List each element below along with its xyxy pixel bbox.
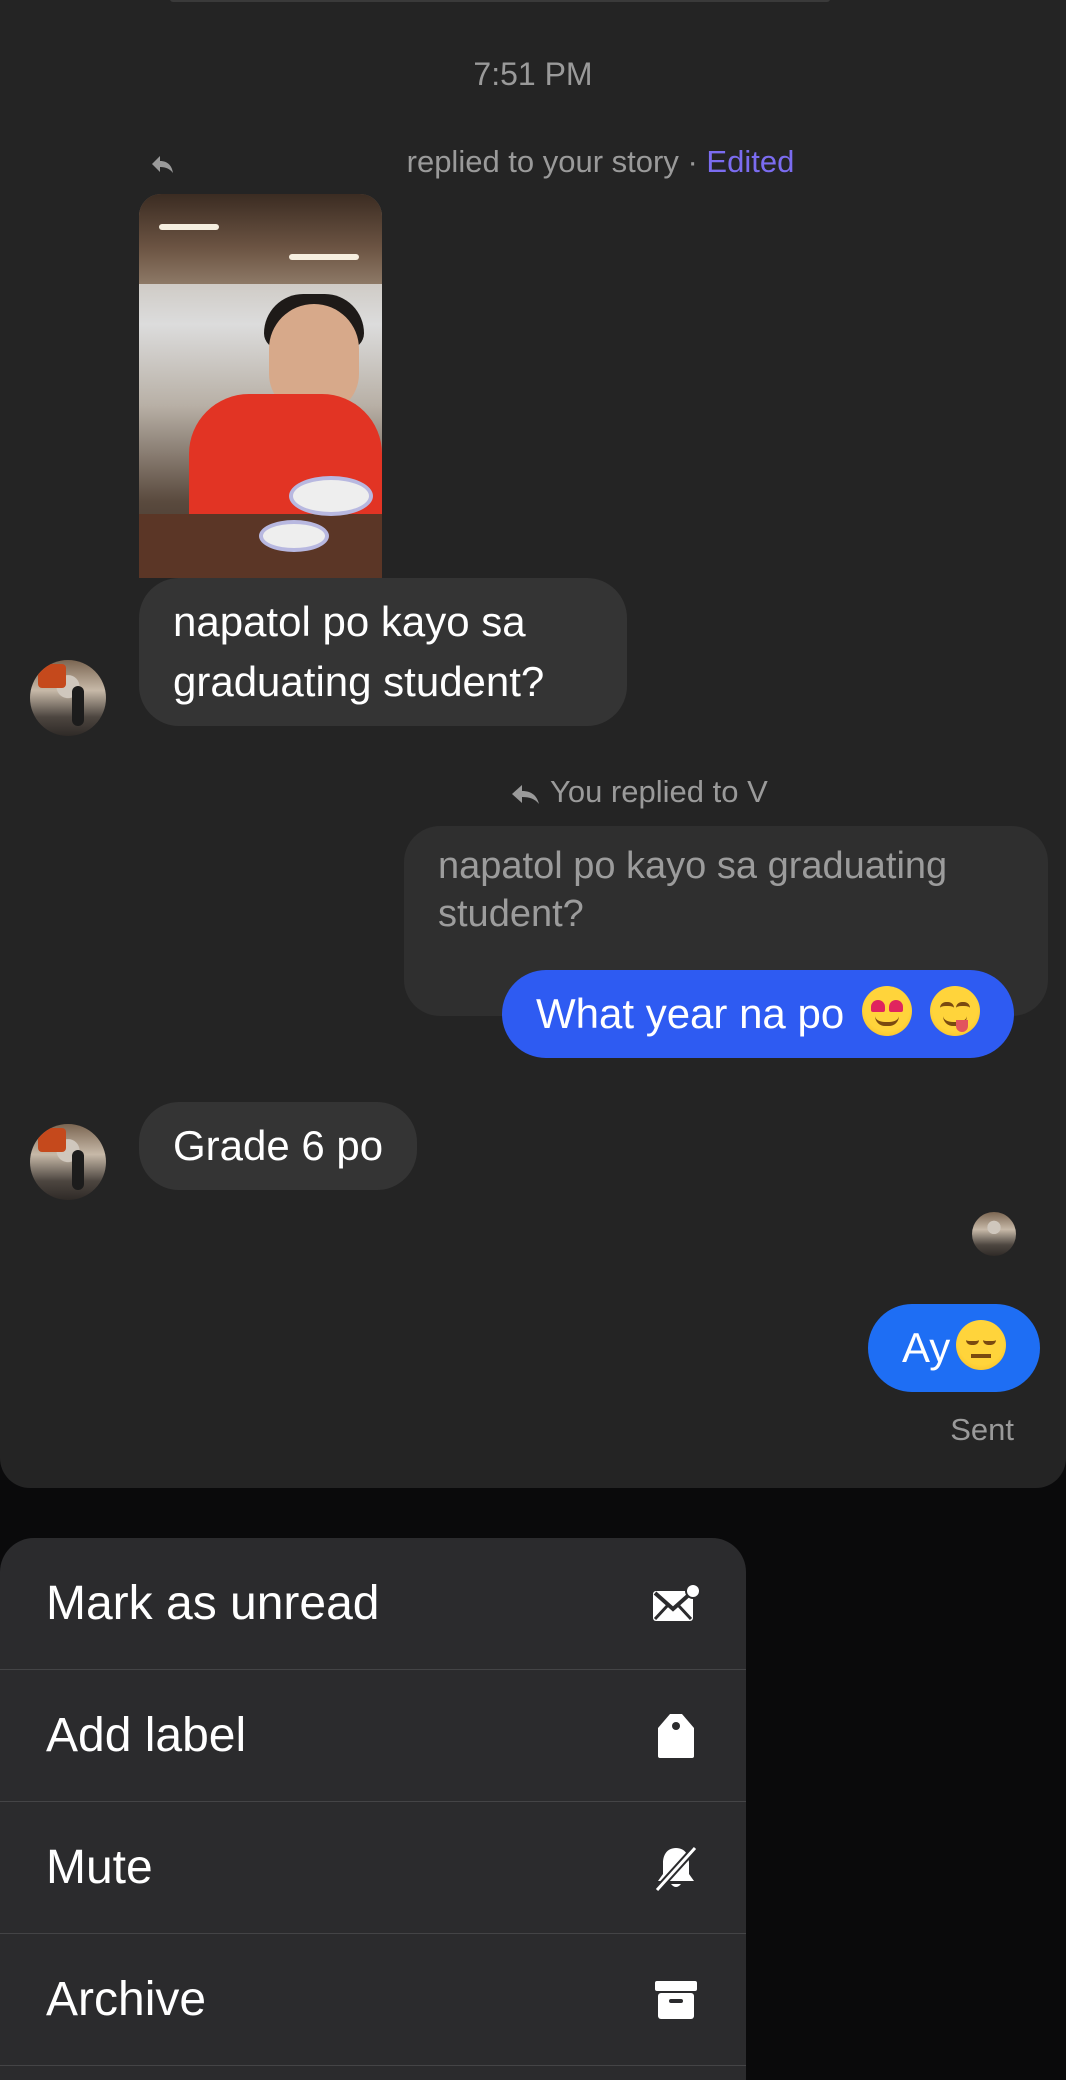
menu-item-mute[interactable]: Mute [0,1802,746,1934]
outgoing-message-text: What year na po [536,990,845,1037]
avatar-detail [38,664,66,688]
archive-icon [650,1974,702,2026]
menu-item-archive[interactable]: Archive [0,1934,746,2066]
menu-item-mark-as-unread[interactable]: Mark as unread [0,1538,746,1670]
you-replied-text: You replied to V [550,774,768,809]
contact-avatar[interactable] [30,660,106,736]
outgoing-message[interactable]: Ay [868,1304,1041,1392]
incoming-message[interactable]: napatol po kayo sa graduating student? [139,578,627,726]
context-menu: Mark as unread Add label Mute Archive [0,1538,746,2080]
bell-off-icon [650,1842,702,1894]
tag-icon [650,1710,702,1762]
incoming-message[interactable]: Grade 6 po [139,1102,418,1190]
menu-item-add-label[interactable]: Add label [0,1670,746,1802]
envelope-unread-icon [650,1578,702,1630]
story-reply-text: replied to your story [406,144,679,179]
outgoing-message-text: Ay [902,1324,951,1371]
story-thumbnail[interactable] [139,194,382,578]
outgoing-message[interactable]: What year na po [502,970,1014,1058]
reply-arrow-icon [512,784,539,804]
avatar-detail [38,1128,66,1152]
delivery-status: Sent [950,1412,1014,1447]
you-replied-note: You replied to V [510,774,768,810]
menu-item-label: Archive [46,1973,207,2026]
thumbnail-light [289,254,359,260]
avatar-detail [72,686,84,726]
menu-item-label: Mark as unread [46,1577,380,1630]
pensive-emoji [956,1320,1007,1370]
thumbnail-table [139,514,382,578]
menu-item-label: Add label [46,1709,247,1762]
story-reply-note: replied to your story · Edited [150,144,794,180]
reply-arrow-icon [152,155,173,173]
thumbnail-light [159,224,219,230]
chat-thread[interactable]: 7:51 PM replied to your story · Edited n… [0,0,1066,1488]
message-timestamp: 7:51 PM [473,56,593,92]
panel-top-edge [170,0,830,2]
heart-eyes-emoji [861,986,912,1036]
yum-emoji [929,986,980,1036]
contact-avatar[interactable] [30,1124,106,1200]
thumbnail-plate [259,520,329,552]
thumbnail-ceiling [139,194,382,284]
thumbnail-plate [289,476,373,516]
redacted-name [188,149,398,178]
seen-avatar [972,1212,1016,1256]
menu-item-label: Mute [46,1841,153,1894]
edited-label[interactable]: Edited [706,144,794,179]
avatar-detail [72,1150,84,1190]
